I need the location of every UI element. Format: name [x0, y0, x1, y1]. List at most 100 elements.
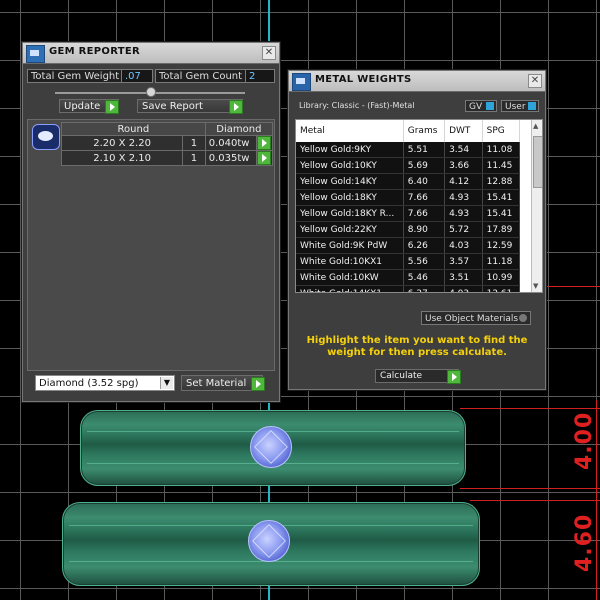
metal-cell-grams: 5.69: [403, 157, 446, 174]
calculate-go-icon[interactable]: [447, 370, 461, 384]
scrollbar[interactable]: ▲ ▼: [531, 120, 542, 292]
table-row[interactable]: White Gold:14KX16.274.0312.61: [296, 285, 521, 292]
table-row[interactable]: 2.20 X 2.20 1 0.040tw: [60, 135, 274, 151]
gem-reporter-titlebar[interactable]: GEM REPORTER ✕: [23, 43, 279, 64]
user-toggle[interactable]: User: [501, 100, 539, 112]
play-icon[interactable]: [256, 136, 271, 150]
update-go-icon[interactable]: [105, 100, 119, 114]
metal-cell-dwt: 4.03: [444, 237, 483, 254]
metal-cell-spg: 11.08: [482, 142, 521, 158]
metal-cell-dwt: 4.93: [444, 205, 483, 222]
metal-cell-dwt: 5.72: [444, 221, 483, 238]
total-gem-weight-value: .07: [121, 69, 153, 83]
gem-count: 1: [182, 135, 206, 151]
metal-weights-panel: METAL WEIGHTS ✕ Library: Classic - (Fast…: [288, 70, 546, 390]
metal-cell-metal: Yellow Gold:10KY: [296, 157, 404, 174]
metal-cell-spg: 10.99: [482, 269, 521, 286]
dimension-line: [470, 500, 600, 501]
gem-reporter-title: GEM REPORTER: [49, 46, 141, 57]
dimension-line: [460, 488, 600, 489]
table-row[interactable]: White Gold:10KW 5.46 3.51 10.99: [296, 269, 521, 286]
metal-cell-dwt: 3.54: [444, 142, 483, 158]
metal-cell-dwt: 3.66: [444, 157, 483, 174]
metal-cell-grams: 6.40: [403, 173, 446, 190]
metal-cell-metal: White Gold:14KX1: [296, 285, 404, 292]
metal-cell-grams: 5.56: [403, 253, 446, 270]
gv-toggle[interactable]: GV: [465, 100, 497, 112]
metal-cell-spg: 12.88: [482, 173, 521, 190]
metal-cell-grams: 5.51: [403, 142, 446, 158]
scroll-thumb[interactable]: [533, 136, 542, 188]
instruction-text: Highlight the item you want to find the …: [306, 335, 528, 358]
metal-cell-metal: Yellow Gold:14KY: [296, 173, 404, 190]
table-row[interactable]: Yellow Gold:18KY R... 7.66 4.93 15.41: [296, 205, 521, 222]
metal-cell-metal: White Gold:9K PdW: [296, 237, 404, 254]
save-report-button[interactable]: Save Report: [137, 99, 243, 113]
metal-cell-metal: Yellow Gold:22KY: [296, 221, 404, 238]
material-select[interactable]: Diamond (3.52 spg) ▼: [35, 375, 175, 391]
metal-cell-grams: 7.66: [403, 205, 446, 222]
gem-weight: 0.040tw: [204, 135, 257, 151]
table-row[interactable]: Yellow Gold:18KY 7.66 4.93 15.41: [296, 189, 521, 206]
metal-cell-dwt: 3.57: [444, 253, 483, 270]
table-row[interactable]: White Gold:10KX1 5.56 3.57 11.18: [296, 253, 521, 270]
metal-cell-grams: 5.46: [403, 269, 446, 286]
use-object-materials-toggle[interactable]: Use Object Materials: [421, 311, 531, 325]
close-icon[interactable]: ✕: [528, 74, 542, 88]
chevron-down-icon[interactable]: ▼: [160, 377, 173, 389]
gem-round-icon: [32, 124, 60, 150]
metal-cell-dwt: 4.03: [444, 285, 483, 292]
gem-table-header-shape: Round: [61, 122, 206, 136]
gem-reporter-panel: GEM REPORTER ✕ Total Gem Weight .07 Tota…: [22, 42, 280, 402]
total-gem-count-value: 2: [245, 69, 275, 83]
play-icon[interactable]: [256, 151, 271, 165]
column-header-metal[interactable]: Metal: [296, 120, 404, 142]
gem-size: 2.20 X 2.20: [60, 135, 184, 151]
set-material-go-icon[interactable]: [251, 377, 265, 391]
metal-weights-title: METAL WEIGHTS: [315, 74, 412, 85]
library-label: Library: Classic - (Fast)-Metal: [299, 101, 415, 110]
gem-table-header-material: Diamond: [204, 122, 274, 136]
column-header-spg[interactable]: SPG: [482, 120, 521, 142]
dimension-label: 4.60: [572, 513, 597, 572]
table-row[interactable]: Yellow Gold:14KY 6.40 4.12 12.88: [296, 173, 521, 190]
gem-reporter-app-icon: [26, 45, 45, 63]
gem-size: 2.10 X 2.10: [60, 150, 184, 166]
column-header-dwt[interactable]: DWT: [444, 120, 483, 142]
metal-cell-metal: White Gold:10KW: [296, 269, 404, 286]
slider-knob[interactable]: [146, 87, 156, 97]
gem-weight: 0.035tw: [204, 150, 257, 166]
metal-cell-metal: Yellow Gold:18KY R...: [296, 205, 404, 222]
gem-stone[interactable]: [250, 426, 292, 468]
save-report-go-icon[interactable]: [229, 100, 243, 114]
table-row[interactable]: Yellow Gold:9KY 5.51 3.54 11.08: [296, 142, 521, 158]
metal-cell-dwt: 3.51: [444, 269, 483, 286]
metal-weights-app-icon: [292, 73, 311, 91]
scroll-up-icon[interactable]: ▲: [533, 122, 538, 130]
metal-table: Metal Grams DWT SPG Yellow Gold:9KY 5.51 3…: [296, 120, 521, 292]
metal-cell-metal: Yellow Gold:18KY: [296, 189, 404, 206]
radio-icon: [519, 314, 527, 322]
metal-cell-spg: 15.41: [482, 205, 521, 222]
table-row[interactable]: Yellow Gold:22KY 8.90 5.72 17.89: [296, 221, 521, 238]
metal-weights-titlebar[interactable]: METAL WEIGHTS ✕: [289, 71, 545, 92]
metal-cell-spg: 11.45: [482, 157, 521, 174]
table-row[interactable]: White Gold:9K PdW 6.26 4.03 12.59: [296, 237, 521, 254]
column-header-grams[interactable]: Grams: [403, 120, 446, 142]
dimension-line: [460, 408, 600, 409]
metal-cell-metal: White Gold:10KX1: [296, 253, 404, 270]
table-row[interactable]: Yellow Gold:10KY 5.69 3.66 11.45: [296, 157, 521, 174]
dimension-label: 4.00: [572, 411, 597, 470]
metal-cell-spg: 11.18: [482, 253, 521, 270]
metal-cell-spg: 15.41: [482, 189, 521, 206]
metal-list[interactable]: Metal Grams DWT SPG Yellow Gold:9KY 5.51 3…: [295, 119, 543, 293]
gem-table: Round Diamond 2.20 X 2.20 1 0.040tw 2.10…: [60, 122, 274, 166]
metal-cell-grams: 8.90: [403, 221, 446, 238]
metal-cell-dwt: 4.93: [444, 189, 483, 206]
row-go-cell: [255, 150, 274, 166]
metal-cell-grams: 6.27: [403, 285, 446, 292]
gem-stone[interactable]: [248, 520, 290, 562]
close-icon[interactable]: ✕: [262, 46, 276, 60]
table-row[interactable]: 2.10 X 2.10 1 0.035tw: [60, 150, 274, 166]
scroll-down-icon[interactable]: ▼: [533, 282, 538, 290]
